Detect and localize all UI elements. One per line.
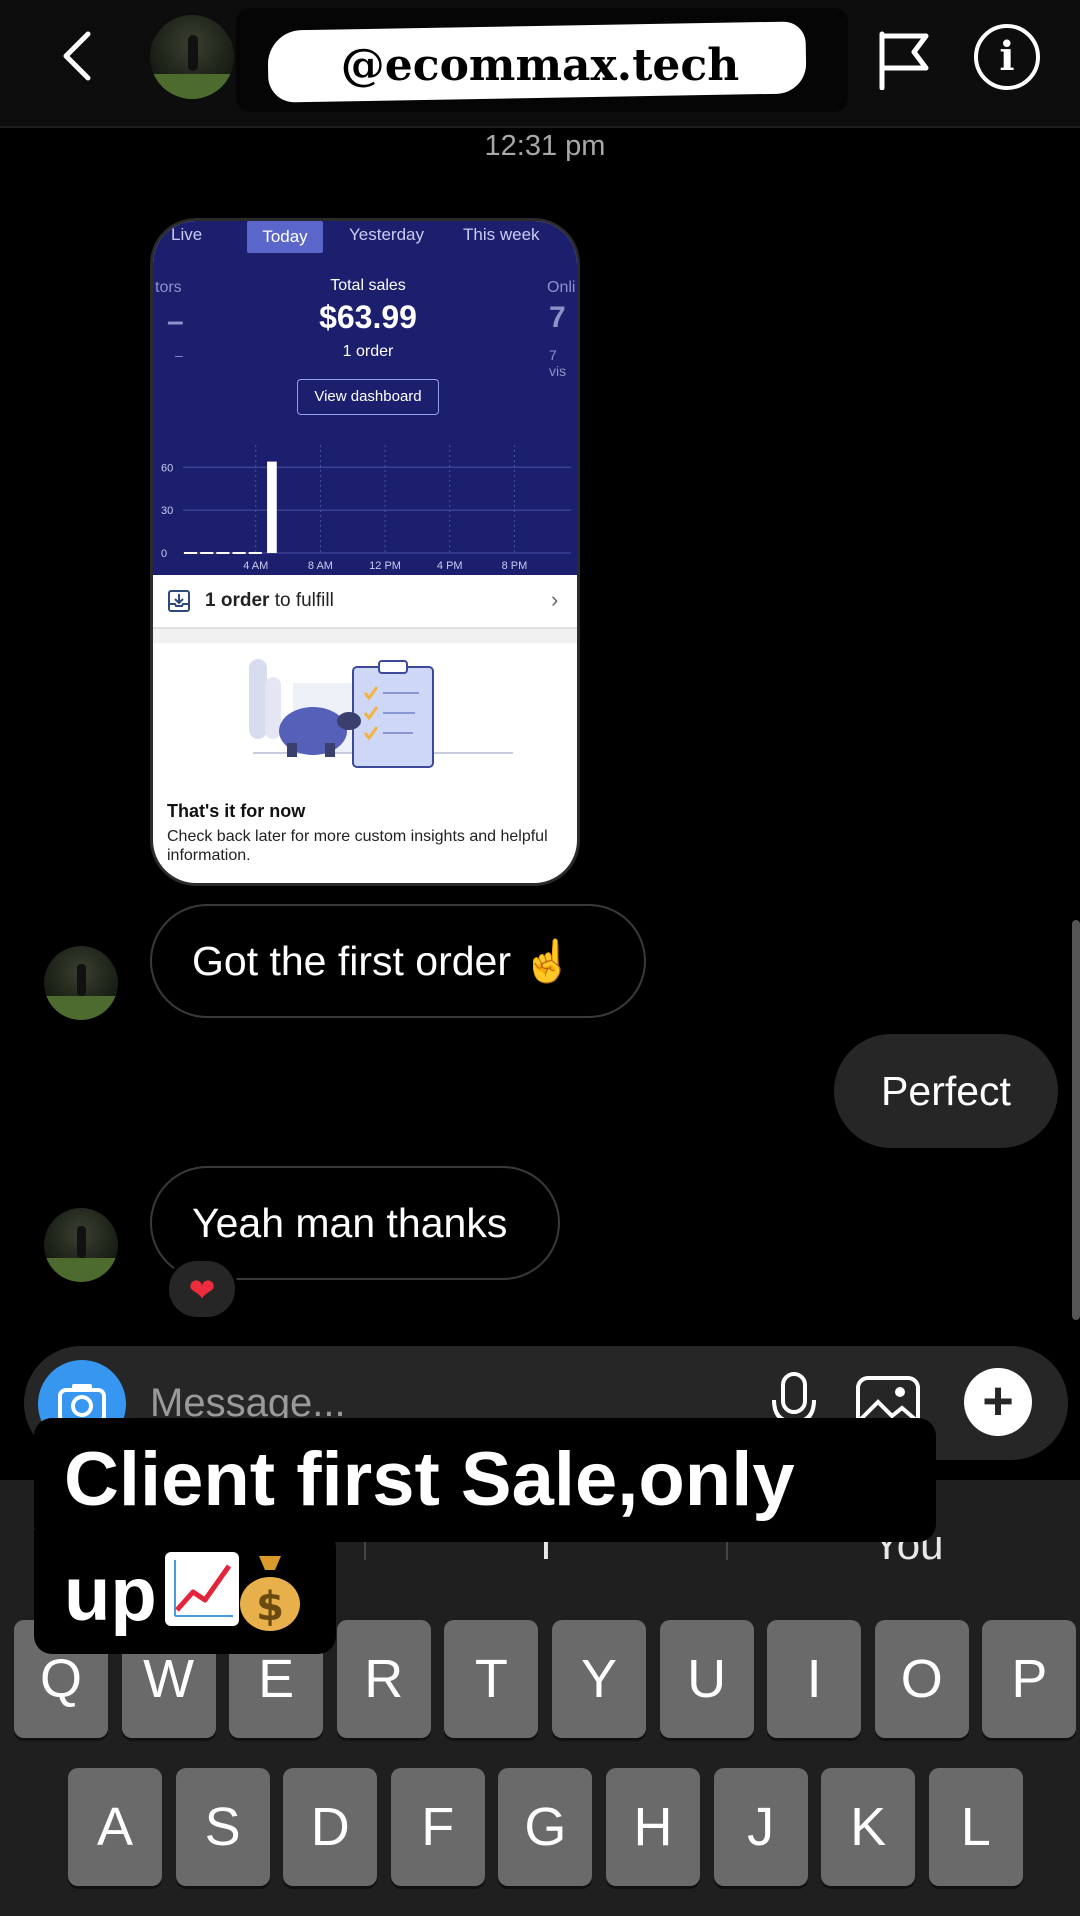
chevron-right-icon: › [551,587,559,612]
key-i[interactable]: I [767,1620,862,1738]
shared-screenshot[interactable]: Live Today Yesterday This week tors – – … [150,218,580,886]
chart-x-tick: 4 PM [437,560,463,572]
key-j[interactable]: J [713,1768,808,1886]
turtle-clipboard-illustration [249,659,513,768]
chart-x-tick: 8 AM [308,560,333,572]
fulfill-text: 1 order to fulfill [205,590,334,611]
money-bag-icon: $ [235,1550,305,1632]
caption-line-1: Client first Sale,only [64,1437,795,1522]
total-sales-label: Total sales [330,277,406,294]
caption-line-2: up $ [64,1550,305,1638]
chart-y-tick: 0 [161,548,167,560]
message-timestamp: 12:31 pm [484,130,606,162]
key-r[interactable]: R [336,1620,431,1738]
key-h[interactable]: H [606,1768,700,1886]
dashboard-panel: Live Today Yesterday This week tors – – … [153,221,577,575]
tab-this-week: This week [463,225,540,244]
tab-today: Today [247,221,323,253]
key-o[interactable]: O [874,1620,969,1738]
sender-avatar[interactable] [44,946,118,1020]
message-bubble-sent[interactable]: Perfect [834,1034,1058,1148]
key-u[interactable]: U [659,1620,754,1738]
info-icon[interactable]: i [974,24,1040,90]
key-t[interactable]: T [444,1620,539,1738]
chat-header: @ecommax.tech i [0,0,1080,128]
caption-line-2-text: up [64,1552,157,1637]
key-y[interactable]: Y [552,1620,646,1738]
flag-icon[interactable] [876,30,932,90]
download-tray-icon [168,590,190,612]
dashboard-tabs: Live Today Yesterday This week [153,221,577,255]
chart-x-tick: 8 PM [502,560,528,572]
key-p[interactable]: P [982,1620,1077,1738]
fulfill-row: 1 order to fulfill › [153,575,577,629]
view-dashboard-button: View dashboard [297,379,439,415]
empty-state-title: That's it for now [167,801,306,821]
empty-state-body: Check back later for more custom insight… [167,828,548,864]
back-arrow-icon[interactable] [50,26,110,86]
online-sub: 7 vis [549,347,567,379]
online-label: Onli [547,279,576,296]
key-l[interactable]: L [928,1768,1023,1886]
scrollbar[interactable] [1072,920,1080,1320]
key-g[interactable]: G [498,1768,593,1886]
chart-y-tick: 30 [161,505,173,517]
heart-reaction-icon[interactable]: ❤ [166,1258,238,1320]
chart-increasing-icon [164,1552,239,1626]
key-s[interactable]: S [175,1768,270,1886]
message-bubble-received[interactable]: Got the first order ☝️ [150,904,646,1018]
sender-avatar[interactable] [44,1208,118,1282]
plus-icon[interactable]: + [964,1368,1032,1436]
order-count: 1 order [342,343,394,360]
divider [153,629,577,643]
chart-y-tick: 60 [161,462,173,474]
tab-yesterday: Yesterday [349,225,424,244]
online-value: 7 [549,301,566,334]
tab-live: Live [171,225,203,244]
key-a[interactable]: A [68,1768,162,1886]
chart-x-tick: 4 AM [243,560,268,572]
sales-chart: 0 30 60 4 AM 8 AM 12 PM 4 PM 8 PM [161,445,571,572]
username[interactable]: @ecommax.tech [300,40,780,91]
chart-x-tick: 12 PM [369,560,401,572]
key-d[interactable]: D [283,1768,378,1886]
key-k[interactable]: K [821,1768,916,1886]
contact-avatar[interactable] [150,15,234,99]
key-f[interactable]: F [390,1768,485,1886]
chart-bar [267,461,277,553]
total-sales-value: $63.99 [319,299,417,335]
svg-text:$: $ [256,1584,284,1630]
